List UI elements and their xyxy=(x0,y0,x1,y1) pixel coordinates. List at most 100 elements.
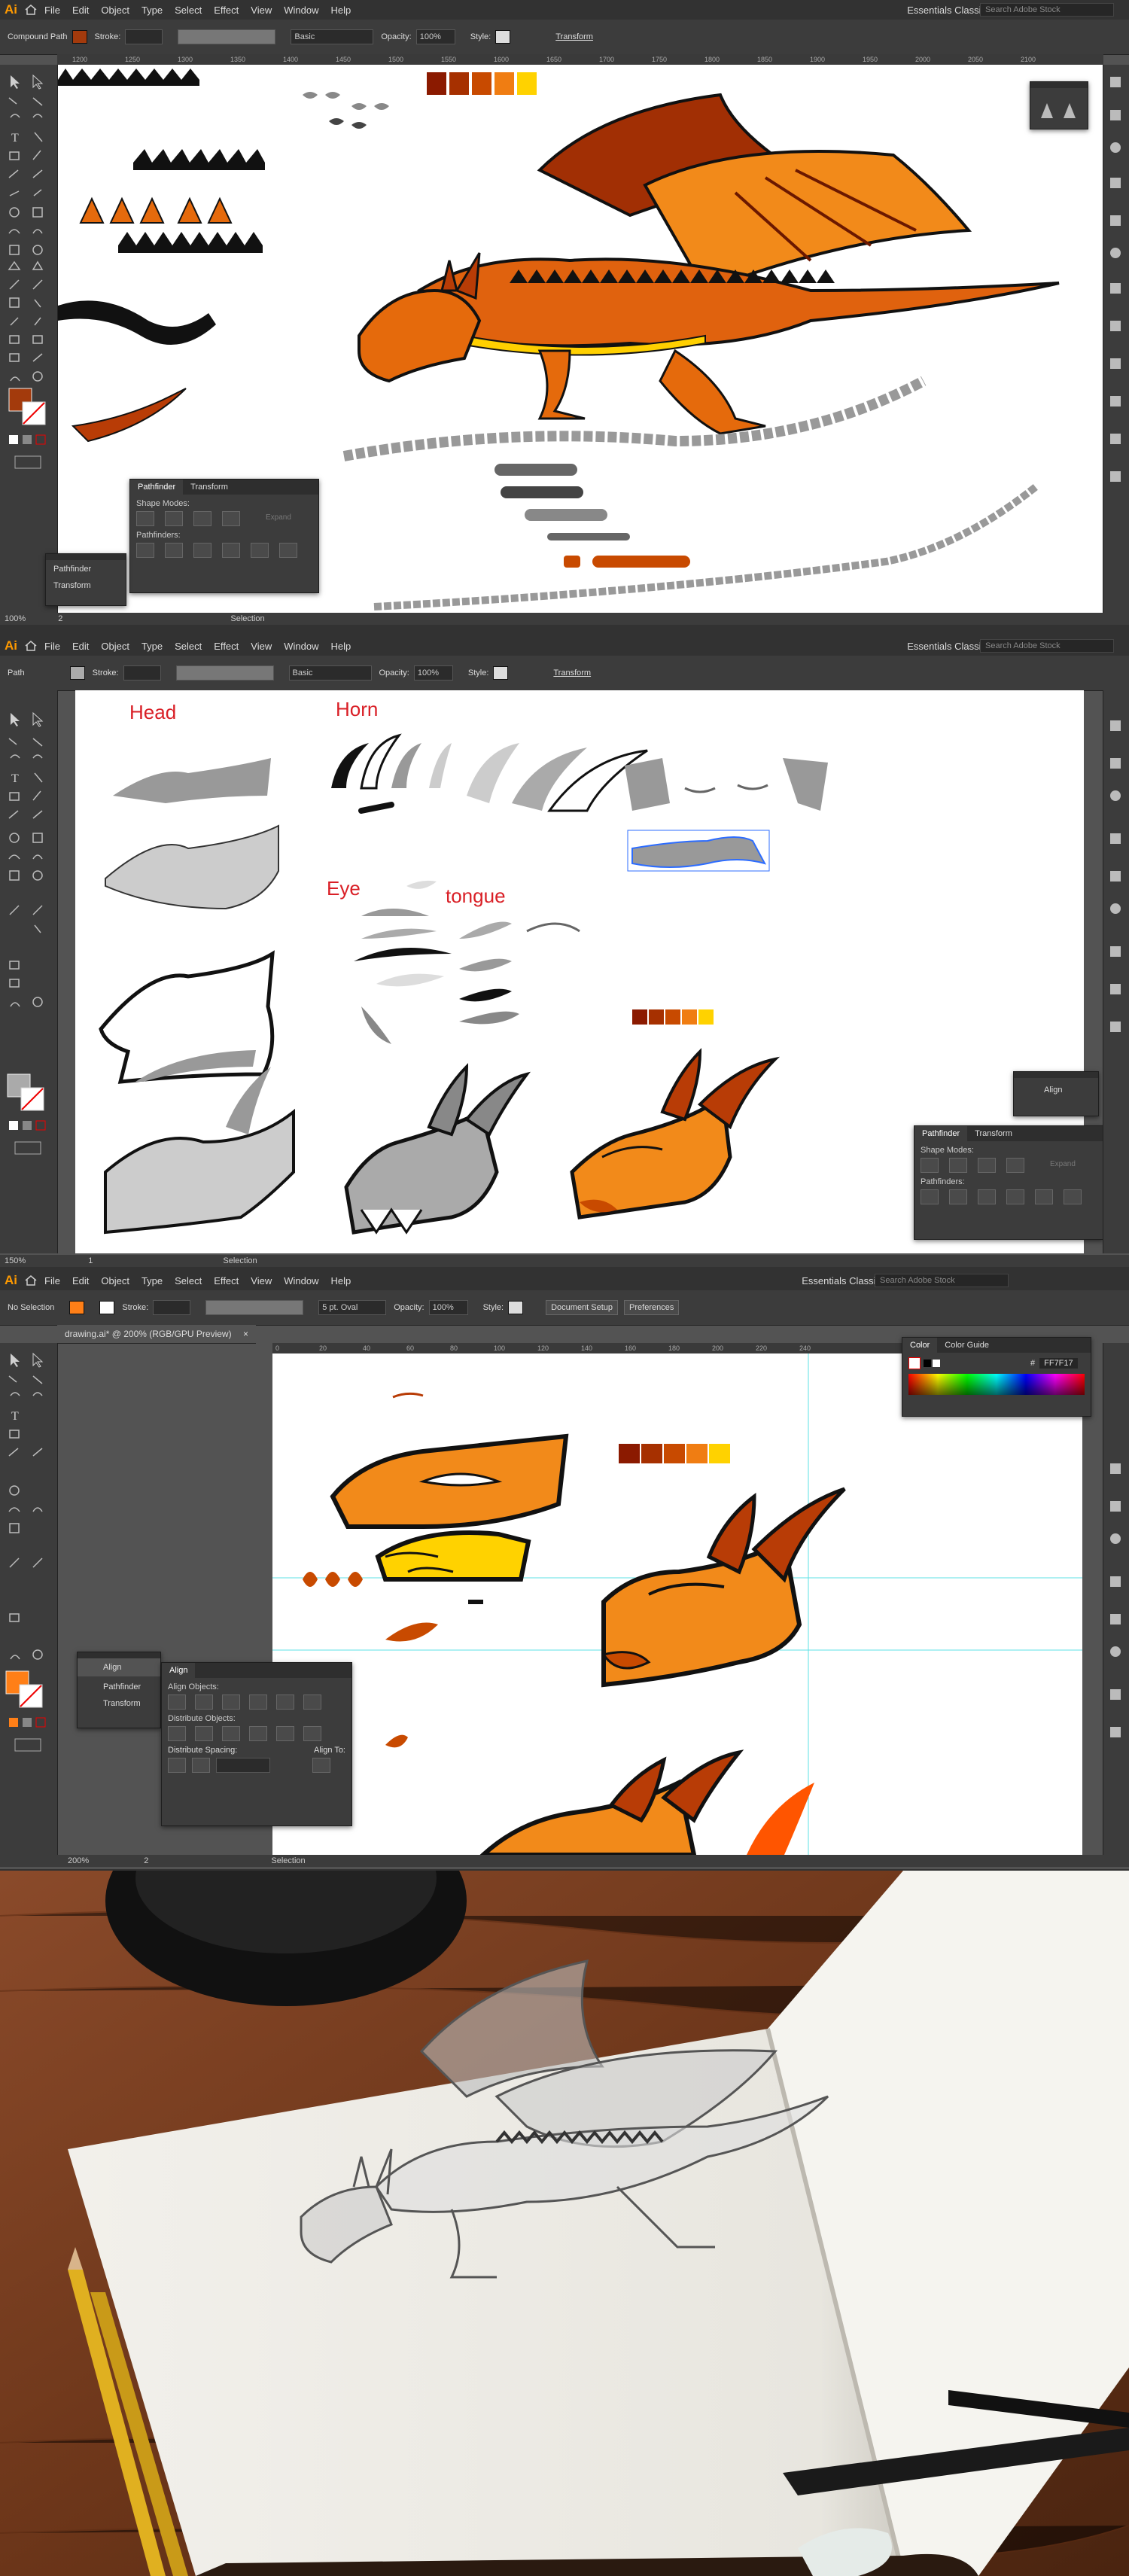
stroke-weight-dropdown[interactable] xyxy=(123,665,161,681)
menu-effect[interactable]: Effect xyxy=(214,641,239,652)
spacing-horizontal-button[interactable] xyxy=(192,1758,210,1773)
close-tab-icon[interactable]: × xyxy=(243,1329,248,1339)
transform-link[interactable]: Transform xyxy=(553,668,591,677)
workspace-switcher[interactable]: Essentials Classic xyxy=(802,1275,881,1286)
outline-button[interactable] xyxy=(1035,1189,1053,1204)
intersect-button[interactable] xyxy=(193,511,211,526)
minus-front-button[interactable] xyxy=(165,511,183,526)
artboard-canvas[interactable] xyxy=(272,1353,1082,1855)
style-swatch[interactable] xyxy=(495,30,511,44)
menu-object[interactable]: Object xyxy=(101,5,129,16)
dock-item-transform[interactable]: Transform xyxy=(78,1694,160,1711)
spacing-vertical-button[interactable] xyxy=(168,1758,186,1773)
menu-view[interactable]: View xyxy=(251,1275,272,1286)
align-bottom-button[interactable] xyxy=(303,1694,321,1710)
dock-item-pathfinder[interactable]: Pathfinder xyxy=(78,1676,160,1694)
menu-select[interactable]: Select xyxy=(175,641,202,652)
home-icon[interactable] xyxy=(25,5,37,15)
black-swatch[interactable] xyxy=(924,1360,931,1367)
exclude-button[interactable] xyxy=(222,511,240,526)
divide-button[interactable] xyxy=(921,1189,939,1204)
menu-type[interactable]: Type xyxy=(142,641,163,652)
zoom-level[interactable]: 100% xyxy=(5,614,26,623)
tab-transform[interactable]: Transform xyxy=(967,1126,1020,1141)
dock-item-transform[interactable]: Transform xyxy=(46,578,126,593)
merge-button[interactable] xyxy=(978,1189,996,1204)
menu-file[interactable]: File xyxy=(44,5,60,16)
opacity-input[interactable]: 100% xyxy=(413,665,453,681)
menu-window[interactable]: Window xyxy=(284,5,318,16)
menu-file[interactable]: File xyxy=(44,1275,60,1286)
preferences-button[interactable]: Preferences xyxy=(624,1300,680,1315)
intersect-button[interactable] xyxy=(978,1158,996,1173)
distribute-bottom-button[interactable] xyxy=(222,1726,240,1741)
menu-effect[interactable]: Effect xyxy=(214,1275,239,1286)
tab-color-guide[interactable]: Color Guide xyxy=(937,1338,997,1353)
fill-swatch[interactable] xyxy=(69,666,85,680)
menu-effect[interactable]: Effect xyxy=(214,5,239,16)
transform-link[interactable]: Transform xyxy=(555,32,593,41)
zoom-level[interactable]: 200% xyxy=(68,1856,89,1865)
tools-icons[interactable]: T xyxy=(0,690,57,1253)
menu-select[interactable]: Select xyxy=(175,1275,202,1286)
artboard-number[interactable]: 2 xyxy=(144,1856,148,1865)
trim-button[interactable] xyxy=(949,1189,967,1204)
opacity-input[interactable]: 100% xyxy=(428,1300,468,1315)
unite-button[interactable] xyxy=(136,511,154,526)
document-tab[interactable]: drawing.ai* @ 200% (RGB/GPU Preview) × xyxy=(57,1325,256,1344)
zoom-level[interactable]: 150% xyxy=(5,1256,26,1265)
distribute-right-button[interactable] xyxy=(303,1726,321,1741)
artboard-number[interactable]: 2 xyxy=(58,614,62,623)
tools-icons[interactable]: T xyxy=(0,1343,57,1855)
divide-button[interactable] xyxy=(136,543,154,558)
color-spectrum[interactable] xyxy=(908,1374,1085,1395)
minus-back-button[interactable] xyxy=(1064,1189,1082,1204)
dock-item-align[interactable]: Align xyxy=(78,1658,160,1676)
brush-dropdown[interactable]: 5 pt. Oval xyxy=(318,1300,387,1315)
align-center-h-button[interactable] xyxy=(195,1694,213,1710)
unite-button[interactable] xyxy=(921,1158,939,1173)
menu-view[interactable]: View xyxy=(251,5,272,16)
stock-search-input[interactable]: Search Adobe Stock xyxy=(980,639,1114,653)
align-center-v-button[interactable] xyxy=(276,1694,294,1710)
menu-edit[interactable]: Edit xyxy=(72,641,89,652)
home-icon[interactable] xyxy=(25,1275,37,1286)
minus-front-button[interactable] xyxy=(949,1158,967,1173)
menu-select[interactable]: Select xyxy=(175,5,202,16)
distribute-center-h-button[interactable] xyxy=(276,1726,294,1741)
menu-window[interactable]: Window xyxy=(284,641,318,652)
distribute-center-v-button[interactable] xyxy=(195,1726,213,1741)
menu-object[interactable]: Object xyxy=(101,641,129,652)
menu-help[interactable]: Help xyxy=(330,5,351,16)
spacing-input[interactable] xyxy=(216,1758,270,1773)
expand-button[interactable]: Expand xyxy=(1050,1158,1076,1173)
home-icon[interactable] xyxy=(25,641,37,651)
brush-dropdown[interactable]: Basic xyxy=(288,665,372,681)
crop-button[interactable] xyxy=(222,543,240,558)
artboard-number[interactable]: 1 xyxy=(88,1256,93,1265)
variable-width-dropdown[interactable] xyxy=(175,665,274,681)
menu-edit[interactable]: Edit xyxy=(72,5,89,16)
stroke-weight-dropdown[interactable] xyxy=(125,29,163,44)
tab-pathfinder[interactable]: Pathfinder xyxy=(914,1126,968,1141)
align-right-button[interactable] xyxy=(222,1694,240,1710)
stroke-weight-dropdown[interactable] xyxy=(153,1300,191,1315)
workspace-switcher[interactable]: Essentials Classic xyxy=(907,641,986,652)
stock-search-input[interactable]: Search Adobe Stock xyxy=(875,1274,1009,1287)
tab-color[interactable]: Color xyxy=(902,1338,938,1353)
trim-button[interactable] xyxy=(165,543,183,558)
style-swatch[interactable] xyxy=(493,666,509,680)
merge-button[interactable] xyxy=(193,543,211,558)
dock-item-pathfinder[interactable]: Pathfinder xyxy=(46,560,126,578)
minus-back-button[interactable] xyxy=(279,543,297,558)
style-swatch[interactable] xyxy=(508,1301,524,1314)
white-swatch[interactable] xyxy=(933,1360,940,1367)
variable-width-dropdown[interactable] xyxy=(205,1300,304,1315)
menu-view[interactable]: View xyxy=(251,641,272,652)
menu-file[interactable]: File xyxy=(44,641,60,652)
document-setup-button[interactable]: Document Setup xyxy=(546,1300,619,1315)
stroke-swatch[interactable] xyxy=(99,1301,115,1314)
crop-button[interactable] xyxy=(1006,1189,1024,1204)
menu-help[interactable]: Help xyxy=(330,641,351,652)
brush-dropdown[interactable]: Basic xyxy=(291,29,374,44)
